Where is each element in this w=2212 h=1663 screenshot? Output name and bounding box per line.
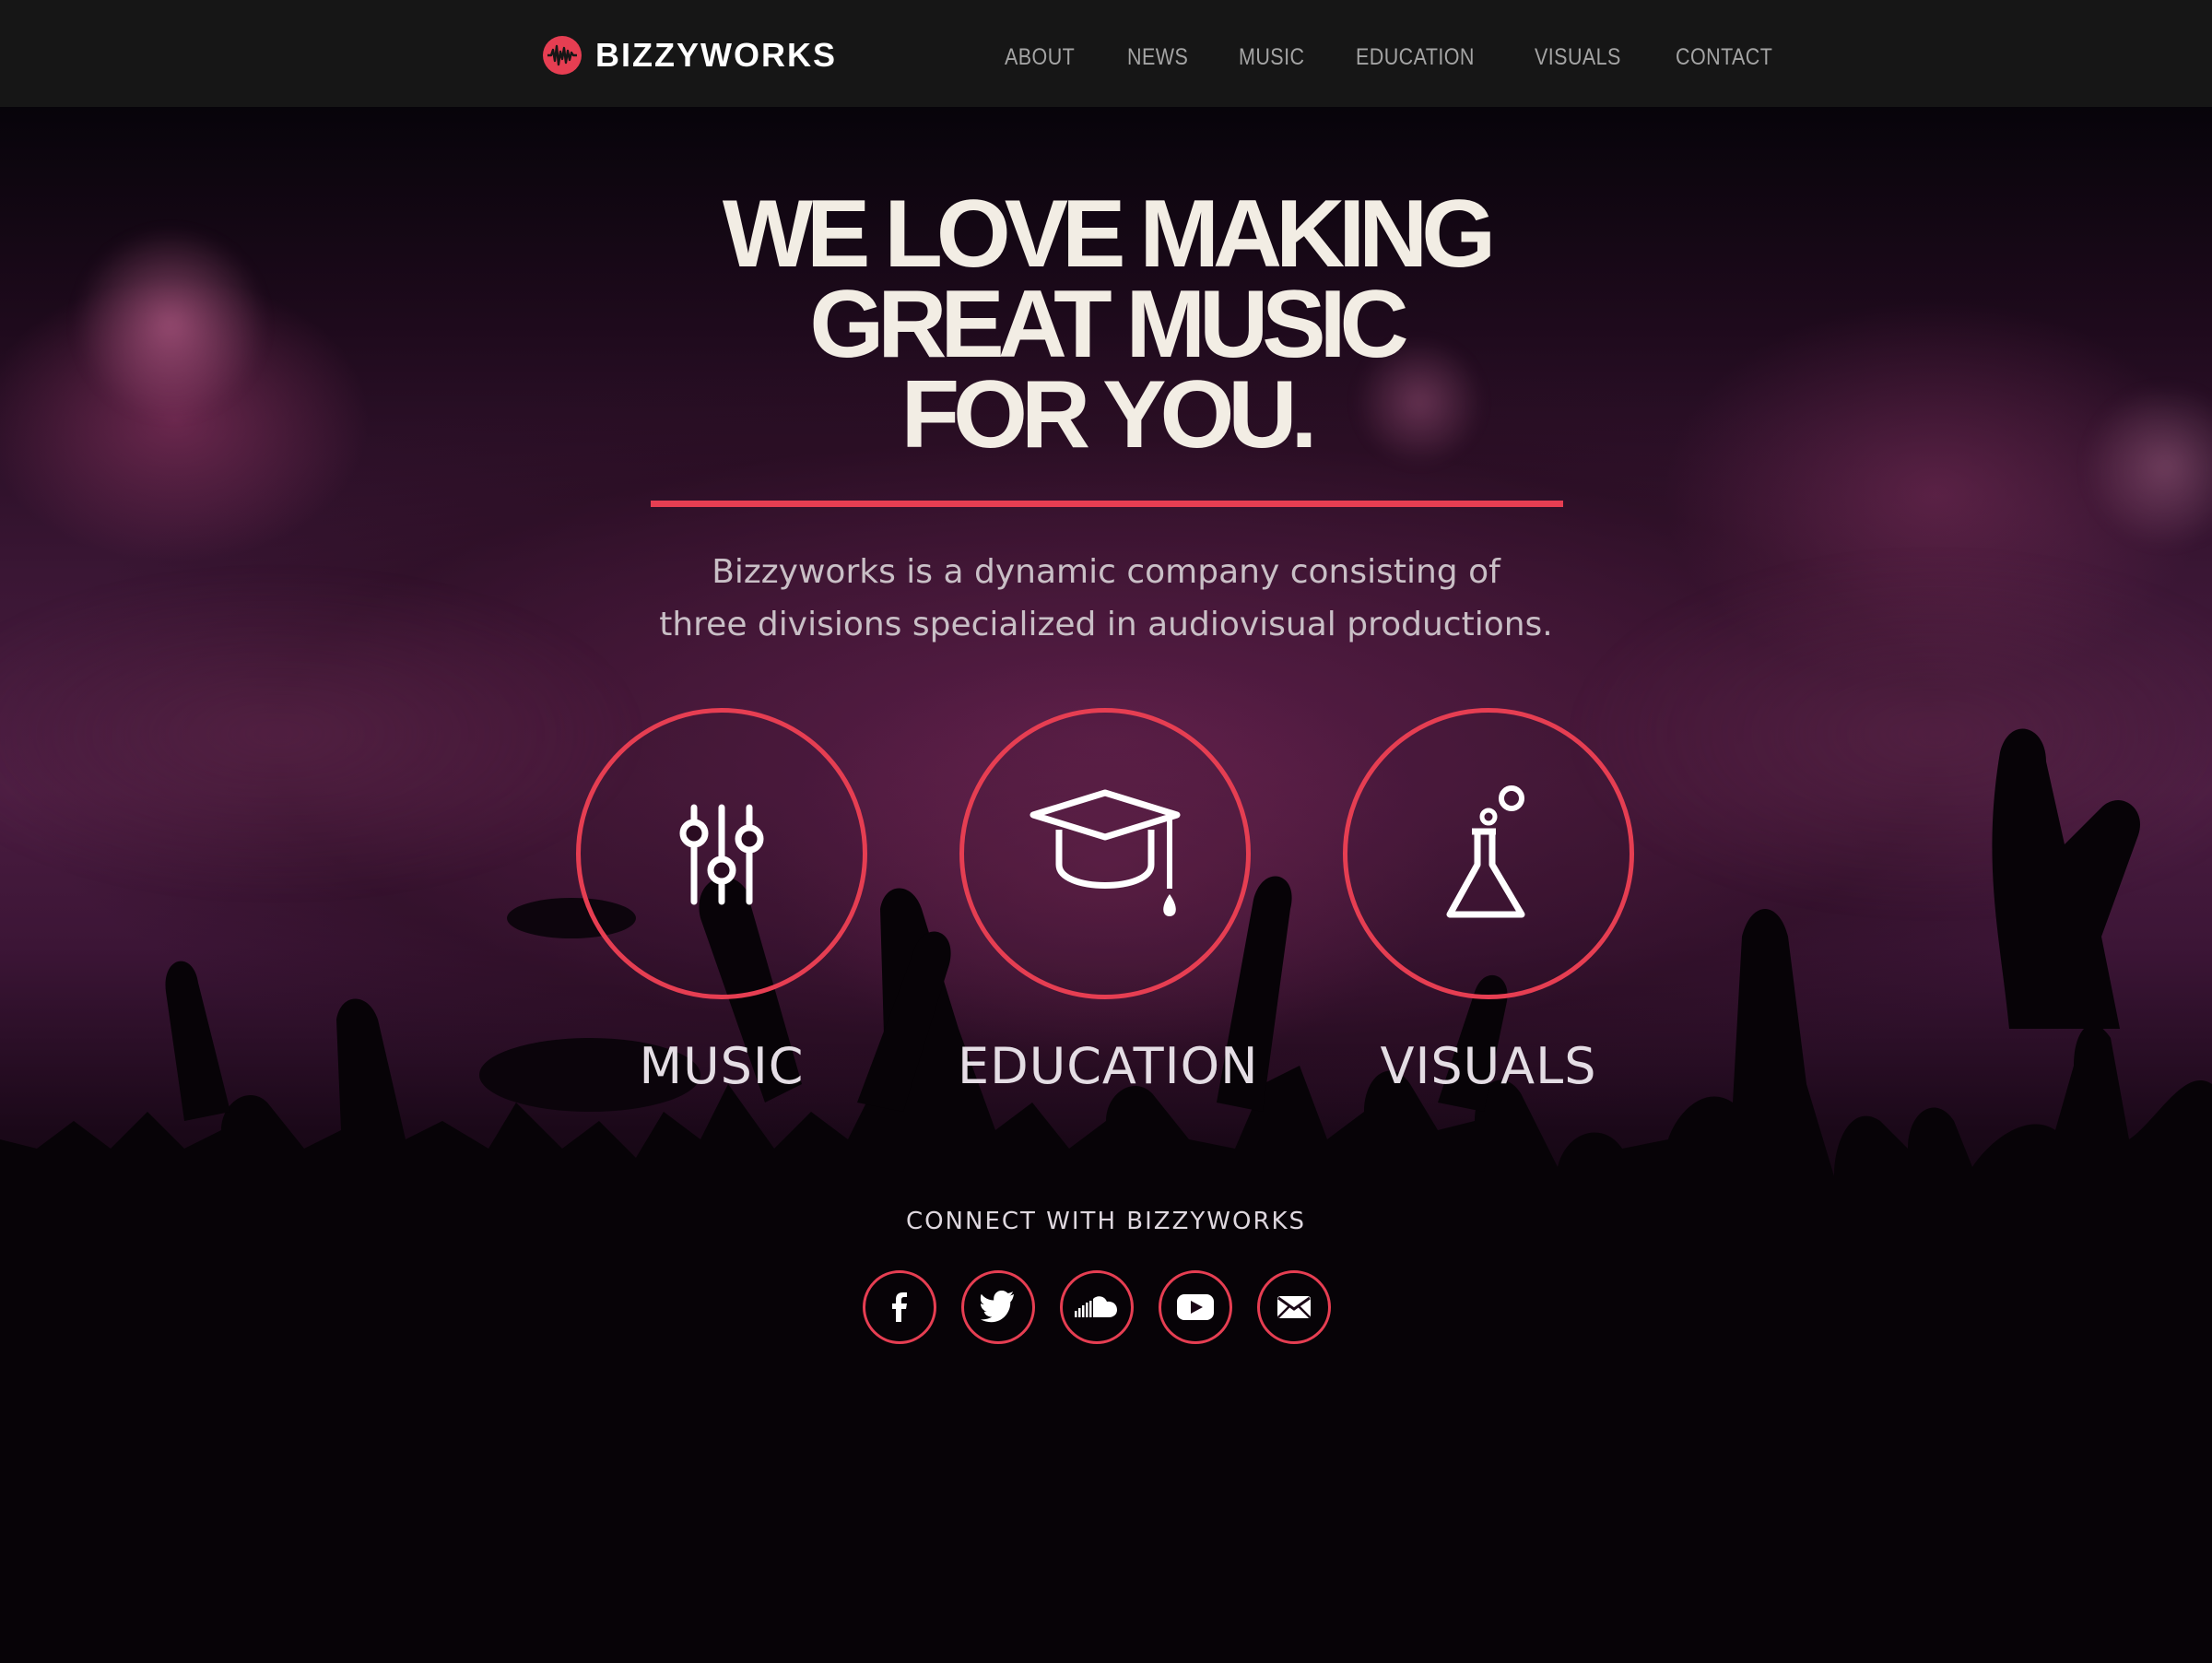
- nav-link-about[interactable]: ABOUT: [1005, 41, 1075, 74]
- division-label: MUSIC: [639, 1037, 805, 1095]
- division-circle: [959, 708, 1251, 999]
- division-education[interactable]: EDUCATION: [958, 708, 1259, 1095]
- brand-logo[interactable]: BIZZYWORKS: [542, 35, 837, 76]
- youtube-icon: [1177, 1294, 1214, 1320]
- headline-divider: [651, 501, 1563, 507]
- facebook-icon: [892, 1292, 907, 1322]
- email-icon: [1277, 1296, 1311, 1318]
- division-circle: [1343, 708, 1634, 999]
- division-circle: [576, 708, 867, 999]
- nav-link-music[interactable]: MUSIC: [1239, 41, 1304, 74]
- waveform-disc-icon: [543, 36, 582, 75]
- nav-link-news[interactable]: NEWS: [1127, 41, 1188, 74]
- facebook-button[interactable]: [863, 1270, 936, 1344]
- hero-intro-text: Bizzyworks is a dynamic company consisti…: [659, 553, 1553, 643]
- top-navigation-bar: BIZZYWORKS ABOUT NEWS MUSIC EDUCATION VI…: [0, 0, 2212, 107]
- main-menu: ABOUT NEWS MUSIC EDUCATION VISUALS CONTA…: [1005, 41, 1829, 74]
- soundcloud-icon: [1075, 1296, 1117, 1317]
- hero-headline: WE LOVE MAKING GREAT MUSIC FOR YOU.: [722, 181, 1496, 468]
- brand-name: BIZZYWORKS: [595, 36, 837, 74]
- graduation-cap-icon: [1030, 789, 1181, 916]
- twitter-button[interactable]: [961, 1270, 1035, 1344]
- division-label: VISUALS: [1380, 1037, 1597, 1095]
- email-button[interactable]: [1257, 1270, 1331, 1344]
- nav-link-visuals[interactable]: VISUALS: [1535, 41, 1621, 74]
- division-music[interactable]: MUSIC: [574, 708, 869, 1095]
- soundcloud-button[interactable]: [1060, 1270, 1134, 1344]
- youtube-button[interactable]: [1159, 1270, 1232, 1344]
- lab-flask-icon: [1446, 785, 1525, 918]
- nav-link-education[interactable]: EDUCATION: [1356, 41, 1475, 74]
- nav-link-contact[interactable]: CONTACT: [1676, 41, 1772, 74]
- social-links: [863, 1270, 1356, 1344]
- twitter-icon: [980, 1291, 1015, 1323]
- division-visuals[interactable]: VISUALS: [1341, 708, 1636, 1095]
- mixer-sliders-icon: [679, 804, 764, 905]
- connect-heading: CONNECT WITH BIZZYWORKS: [905, 1208, 1307, 1235]
- division-label: EDUCATION: [958, 1037, 1259, 1095]
